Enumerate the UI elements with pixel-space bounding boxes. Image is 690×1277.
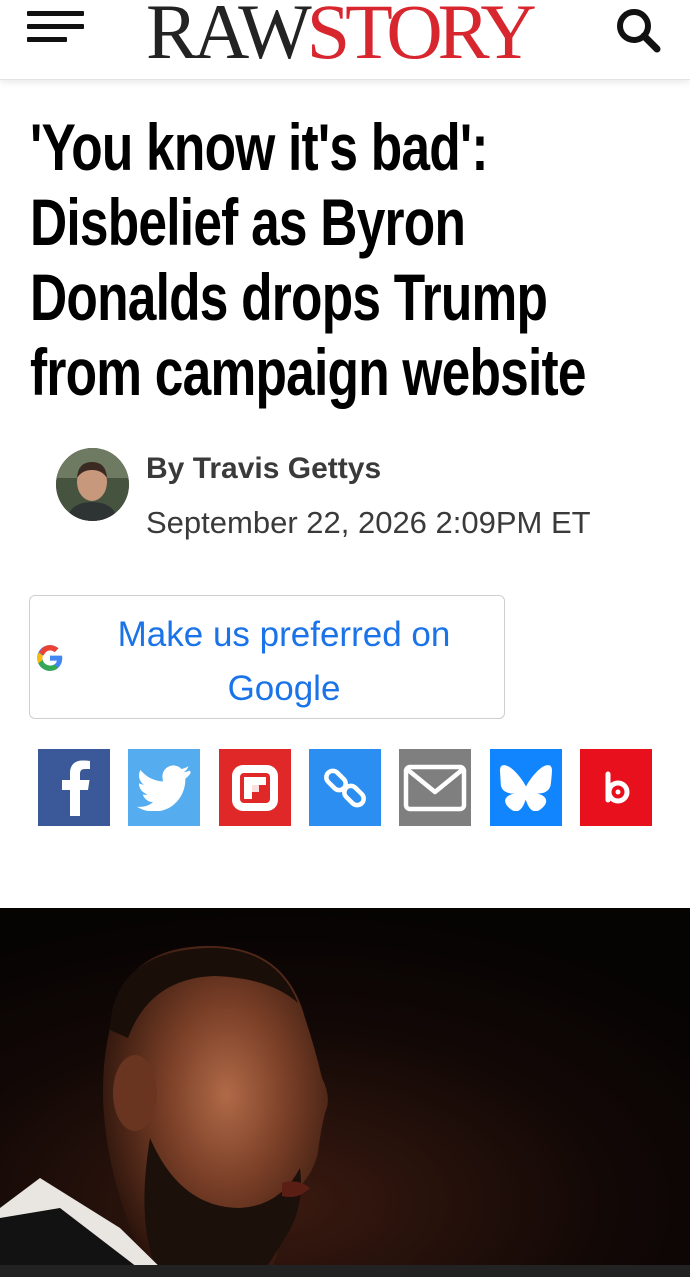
bluesky-icon (500, 764, 552, 811)
google-g-icon (36, 644, 64, 672)
logo-raw-text: RAW (146, 0, 312, 75)
facebook-icon (62, 760, 90, 816)
facebook-share-button[interactable] (38, 749, 110, 826)
bottom-edge-bar (0, 1265, 690, 1277)
author-name[interactable]: Travis Gettys (193, 452, 381, 485)
article-headline: 'You know it's bad': Disbelief as Byron … (30, 110, 587, 409)
byline-prefix: By (146, 452, 185, 485)
beehiiv-icon (605, 771, 630, 803)
search-icon[interactable] (614, 4, 664, 54)
flipboard-share-button[interactable] (219, 749, 291, 826)
preferred-button-label: Make us preferred on Google (117, 615, 451, 708)
twitter-icon (137, 765, 191, 811)
hero-photo-portrait (0, 908, 690, 1277)
email-share-button[interactable] (399, 749, 471, 826)
beehiiv-share-button[interactable] (580, 749, 652, 826)
hamburger-menu-icon[interactable] (27, 8, 87, 48)
email-icon (403, 764, 467, 811)
byline-author[interactable]: By Travis Gettys (146, 452, 381, 486)
publish-date: September 22, 2026 2:09PM ET (146, 505, 591, 540)
copy-link-button[interactable] (309, 749, 381, 826)
flipboard-icon (232, 764, 278, 811)
article-hero-image[interactable] (0, 908, 690, 1277)
link-icon (324, 768, 366, 807)
twitter-share-button[interactable] (128, 749, 200, 826)
site-logo[interactable]: RAWSTORY (146, 0, 537, 71)
preferred-on-google-button[interactable]: Make us preferred on Google (29, 595, 505, 719)
logo-story-text: STORY (306, 0, 537, 75)
bluesky-share-button[interactable] (490, 749, 562, 826)
author-avatar[interactable] (56, 448, 129, 521)
site-header: RAWSTORY (0, 0, 690, 80)
